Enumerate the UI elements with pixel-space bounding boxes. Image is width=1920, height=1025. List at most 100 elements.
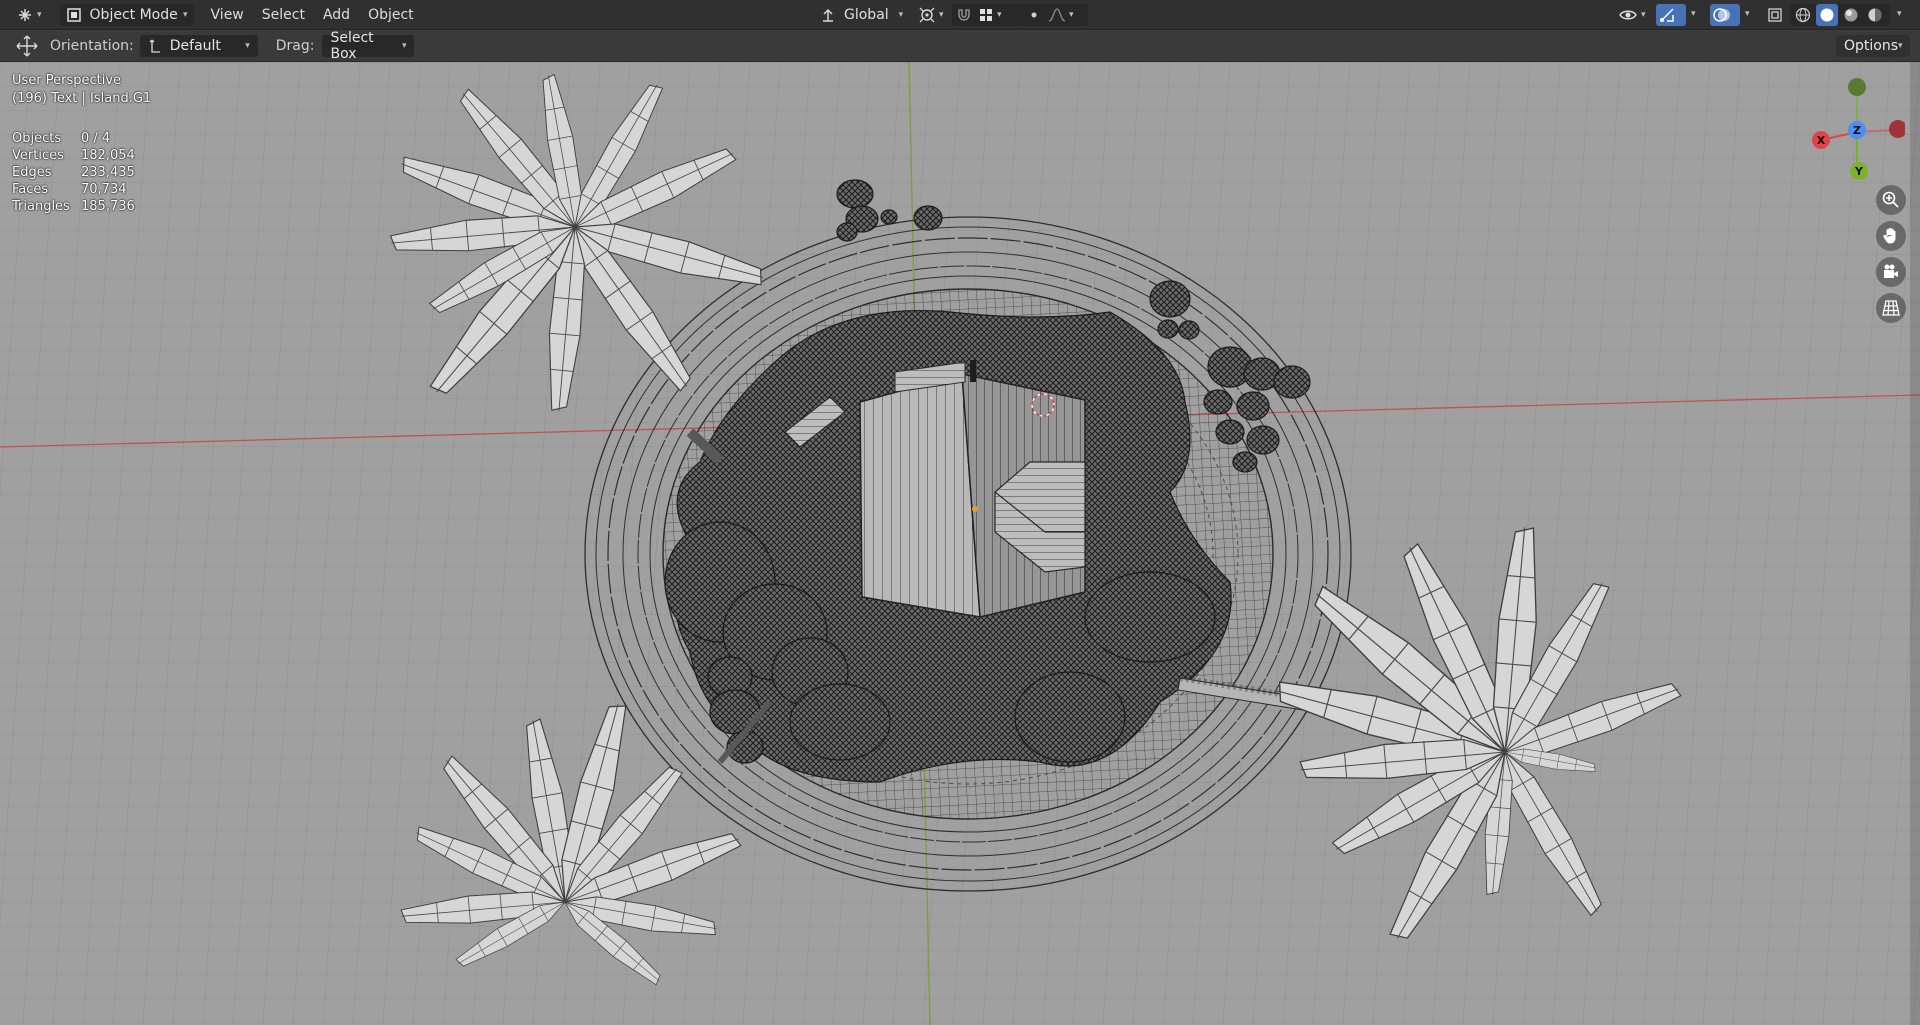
move-tool-icon (16, 35, 38, 57)
header-menus: View Select Add Object (202, 4, 423, 26)
perspective-label: User Perspective (12, 73, 122, 88)
gizmo-neg-x (1889, 120, 1905, 138)
chevron-down-icon: ▾ (183, 9, 188, 20)
mode-label: Object Mode (89, 6, 178, 23)
sidebar-toggle-strip[interactable] (1910, 62, 1920, 1025)
stat-row: Faces 70,734 (12, 181, 135, 198)
tool-settings-bar: Orientation: Default ▾ Drag: Select Box … (0, 30, 1920, 62)
chevron-down-icon: ▾ (401, 41, 407, 51)
stat-value: 0 / 4 (81, 131, 111, 146)
global-orientation-icon (823, 8, 833, 22)
shading-solid-button[interactable] (1816, 3, 1838, 26)
snapping-group: ▾ (952, 3, 1024, 26)
object-mode-icon (66, 7, 81, 22)
transform-orientation-icon (149, 39, 160, 53)
gizmo-y-label: Y (1854, 165, 1864, 178)
stat-label: Edges (12, 165, 52, 180)
options-dropdown[interactable]: Options ▾ (1836, 35, 1910, 57)
visibility-dropdown[interactable]: ▾ (1612, 4, 1652, 26)
active-object-label: (196) Text | Island.G1 (12, 91, 152, 106)
grid-ortho-icon (1882, 300, 1900, 316)
pivot-icon (919, 7, 935, 22)
projection-toggle-button[interactable] (1876, 293, 1906, 323)
origin-point (972, 506, 978, 512)
options-label: Options (1844, 38, 1899, 54)
3d-viewport-icon (19, 8, 31, 21)
gizmo-x-label: X (1817, 134, 1826, 147)
chevron-down-icon: ▾ (245, 41, 250, 51)
chevron-down-icon: ▾ (1898, 41, 1903, 51)
zoom-icon (1882, 191, 1899, 208)
pan-button[interactable] (1876, 221, 1906, 251)
eye-icon (1619, 10, 1637, 19)
scene-statistics: Objects 0 / 4 Vertices 182,054 Edges 233,43… (12, 130, 135, 215)
gizmos-toggle[interactable] (1656, 3, 1686, 26)
chevron-down-icon: ▾ (898, 9, 904, 20)
3d-viewport[interactable]: User Perspective (196) Text | Island.G1 … (0, 62, 1920, 1025)
proportional-editing-group: ▾ (1022, 3, 1088, 26)
overlays-toggle[interactable] (1710, 3, 1740, 26)
navigation-gizmo[interactable]: X Z Y (1805, 72, 1905, 182)
stat-row: Objects 0 / 4 (12, 130, 135, 147)
stat-label: Triangles (12, 199, 70, 214)
snap-magnet-icon[interactable] (956, 7, 972, 23)
stat-row: Vertices 182,054 (12, 147, 135, 164)
editor-type-button[interactable]: ▾ (10, 4, 48, 26)
xray-icon (1768, 7, 1782, 22)
chevron-down-icon: ▾ (939, 9, 944, 20)
chevron-down-icon[interactable]: ▾ (1691, 9, 1696, 19)
viewport-info: User Perspective (196) Text | Island.G1 (12, 72, 151, 107)
orientation-value: Default (169, 38, 221, 54)
falloff-curve-icon[interactable] (1048, 7, 1066, 23)
orientation-label: Global (844, 6, 889, 23)
stat-value: 70,734 (81, 182, 127, 197)
rendered-sphere-icon (1868, 8, 1882, 21)
scene-canvas[interactable] (0, 62, 1920, 1025)
drag-dropdown[interactable]: Select Box ▾ (322, 30, 415, 62)
stat-label: Faces (12, 182, 49, 197)
stat-value: 182,054 (81, 148, 135, 163)
gizmo-neg-y (1848, 78, 1866, 96)
stat-value: 185,736 (81, 199, 135, 214)
menu-select[interactable]: Select (253, 4, 314, 26)
xray-toggle[interactable] (1764, 4, 1786, 26)
gizmo-icon (1660, 7, 1674, 22)
chevron-down-icon: ▾ (37, 9, 42, 20)
stat-row: Edges 233,435 (12, 164, 135, 181)
menu-view[interactable]: View (202, 4, 253, 26)
stat-label: Vertices (12, 148, 64, 163)
solid-sphere-icon (1820, 8, 1834, 21)
snap-increment-icon[interactable] (978, 7, 994, 23)
chevron-down-icon[interactable]: ▾ (1069, 10, 1074, 20)
pivot-point-dropdown[interactable]: ▾ (912, 4, 950, 26)
camera-view-button[interactable] (1876, 257, 1906, 287)
mode-dropdown[interactable]: Object Mode ▾ (59, 3, 194, 26)
menu-object[interactable]: Object (359, 4, 423, 26)
stat-label: Objects (12, 131, 62, 146)
chevron-down-icon[interactable]: ▾ (1897, 9, 1902, 19)
gizmo-z-label: Z (1853, 124, 1861, 137)
stat-value: 233,435 (81, 165, 135, 180)
drag-label: Drag: (275, 38, 315, 54)
shading-material-button[interactable] (1840, 4, 1862, 26)
camera-icon (1884, 264, 1898, 278)
chevron-down-icon[interactable]: ▾ (1745, 9, 1750, 19)
wireframe-sphere-icon (1795, 7, 1811, 22)
zoom-button[interactable] (1876, 185, 1906, 215)
material-sphere-icon (1844, 8, 1858, 21)
transform-orientation-dropdown[interactable]: Global ▾ (814, 4, 909, 26)
viewport-header: ▾ Object Mode ▾ View Select Add Object G… (0, 0, 1920, 30)
shading-mode-group (1790, 3, 1890, 26)
shading-wireframe-button[interactable] (1792, 4, 1814, 26)
chevron-down-icon: ▾ (1641, 9, 1646, 20)
shading-rendered-button[interactable] (1864, 4, 1886, 26)
transform-tool-button[interactable] (14, 34, 40, 58)
orientation-label: Orientation: (50, 38, 134, 54)
hand-pan-icon (1883, 228, 1896, 244)
menu-add[interactable]: Add (314, 4, 359, 26)
chevron-down-icon[interactable]: ▾ (997, 10, 1002, 20)
overlays-icon (1713, 7, 1730, 22)
blender-window: ▾ Object Mode ▾ View Select Add Object G… (0, 0, 1920, 1025)
orientation-dropdown[interactable]: Default ▾ (139, 35, 258, 57)
proportional-editing-icon[interactable] (1026, 7, 1042, 23)
